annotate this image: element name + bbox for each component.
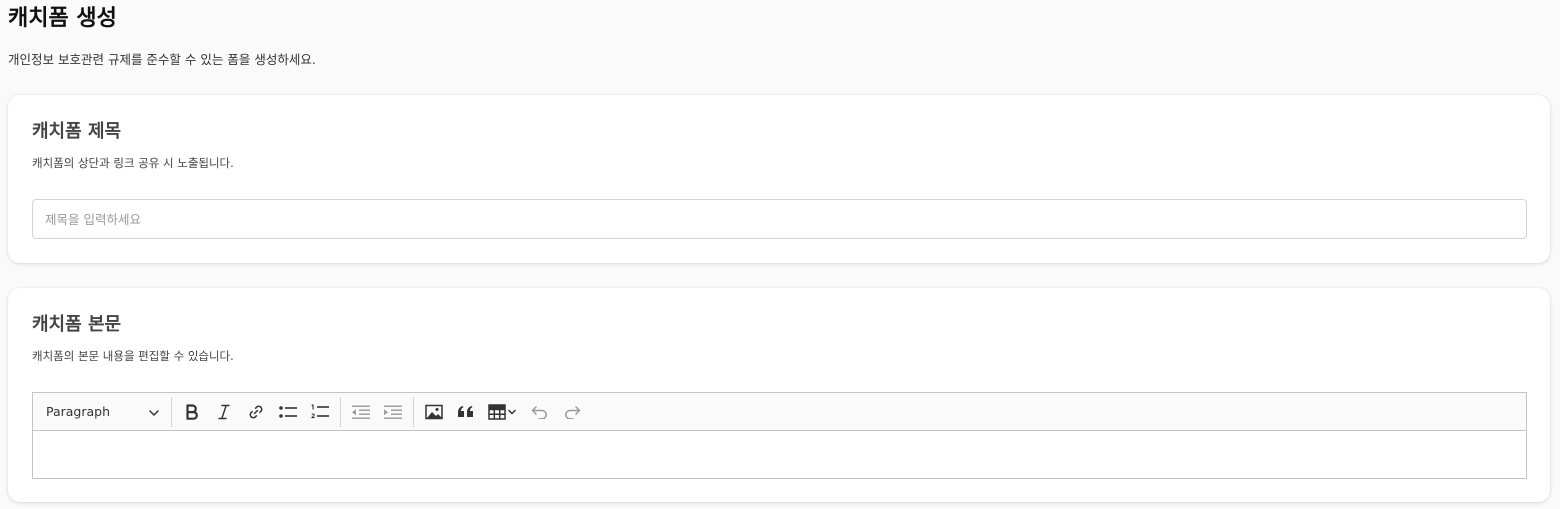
redo-icon — [563, 405, 581, 419]
image-icon — [425, 404, 443, 420]
bulleted-list-button[interactable] — [273, 397, 303, 427]
body-card-heading: 캐치폼 본문 — [32, 314, 122, 335]
link-icon — [247, 403, 265, 421]
bulleted-list-icon — [278, 404, 298, 420]
link-button[interactable] — [241, 397, 271, 427]
title-card-description: 캐치폼의 상단과 링크 공유 시 노출됩니다. — [32, 156, 234, 170]
indent-icon — [383, 404, 403, 420]
toolbar-separator — [171, 396, 172, 427]
italic-button[interactable] — [209, 397, 239, 427]
toolbar-separator — [340, 396, 341, 427]
page-description: 개인정보 보호관련 규제를 준수할 수 있는 폼을 생성하세요. — [8, 52, 316, 67]
undo-button[interactable] — [525, 397, 555, 427]
title-input[interactable] — [32, 199, 1527, 239]
numbered-list-button[interactable] — [305, 397, 335, 427]
numbered-list-icon — [310, 403, 330, 421]
editor-toolbar: Paragraph — [33, 393, 1526, 431]
title-card-heading: 캐치폼 제목 — [32, 121, 122, 142]
undo-icon — [531, 405, 549, 419]
heading-dropdown-label: Paragraph — [46, 404, 111, 419]
indent-button[interactable] — [378, 397, 408, 427]
blockquote-icon — [457, 405, 475, 419]
bold-button[interactable] — [177, 397, 207, 427]
table-icon — [488, 403, 518, 420]
heading-dropdown[interactable]: Paragraph — [37, 397, 167, 427]
editor-content-area[interactable] — [33, 431, 1526, 478]
body-card-description: 캐치폼의 본문 내용을 편집할 수 있습니다. — [32, 349, 234, 363]
page-title: 캐치폼 생성 — [8, 6, 117, 31]
catchform-create-page: 캐치폼 생성 개인정보 보호관련 규제를 준수할 수 있는 폼을 생성하세요. … — [0, 0, 1560, 509]
redo-button[interactable] — [557, 397, 587, 427]
rich-text-editor: Paragraph — [32, 392, 1527, 479]
toolbar-separator — [413, 396, 414, 427]
body-card: 캐치폼 본문 캐치폼의 본문 내용을 편집할 수 있습니다. Paragraph — [8, 288, 1550, 502]
chevron-down-icon — [149, 404, 159, 419]
italic-icon — [217, 404, 231, 420]
title-card: 캐치폼 제목 캐치폼의 상단과 링크 공유 시 노출됩니다. — [8, 95, 1550, 263]
outdent-button[interactable] — [346, 397, 376, 427]
insert-image-button[interactable] — [419, 397, 449, 427]
outdent-icon — [351, 404, 371, 420]
insert-table-button[interactable] — [483, 397, 523, 427]
blockquote-button[interactable] — [451, 397, 481, 427]
bold-icon — [185, 403, 199, 420]
